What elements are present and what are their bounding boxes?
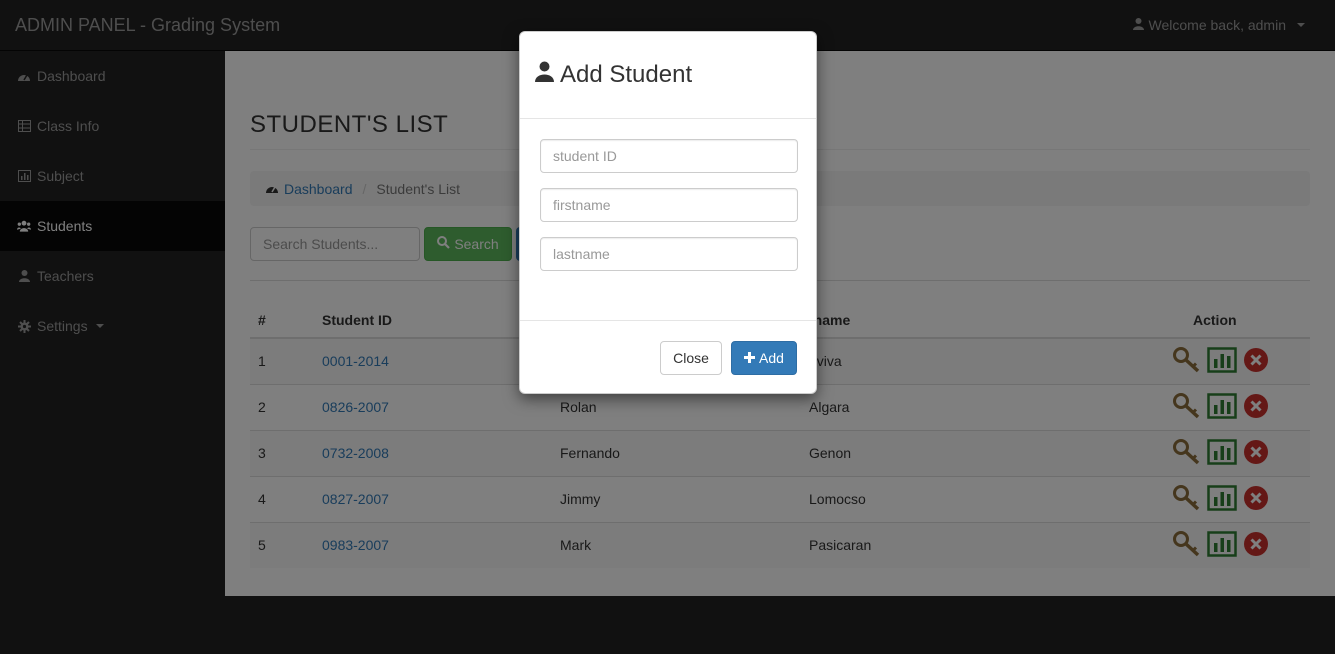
plus-icon	[744, 350, 756, 366]
close-button[interactable]: Close	[660, 341, 722, 375]
modal-header: Add Student	[520, 32, 816, 119]
add-button[interactable]: Add	[731, 341, 797, 375]
firstname-field[interactable]: firstname	[540, 188, 798, 222]
user-icon	[535, 61, 554, 89]
modal-body: student ID firstname lastname	[520, 119, 816, 271]
add-button-label: Add	[759, 350, 784, 366]
modal-footer: Close Add	[520, 320, 816, 394]
lastname-field[interactable]: lastname	[540, 237, 798, 271]
modal-title: Add Student	[535, 61, 692, 89]
student-id-field[interactable]: student ID	[540, 139, 798, 173]
modal-title-text: Add Student	[560, 61, 693, 88]
add-student-modal: Add Student student ID firstname lastnam…	[519, 31, 817, 394]
